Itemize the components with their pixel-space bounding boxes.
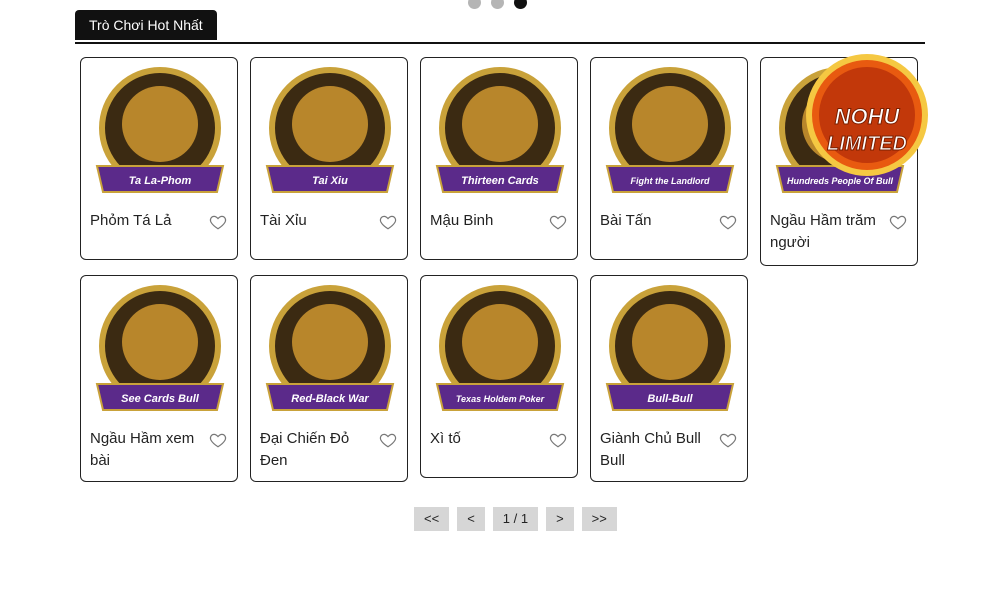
game-title[interactable]: Giành Chủ Bull Bull (600, 428, 712, 472)
game-banner-label: Tai Xiu (312, 175, 348, 187)
phom-game-icon[interactable]: Ta La-Phom (91, 66, 229, 204)
nohu-limited-badge: NOHU LIMITED (806, 54, 928, 176)
pagination: << < 1 / 1 > >> (414, 507, 617, 531)
page-indicator: 1 / 1 (492, 507, 539, 531)
mau-binh-game-icon[interactable]: Thirteen Cards (431, 66, 569, 204)
favorite-heart-icon[interactable] (719, 431, 737, 449)
favorite-heart-icon[interactable] (209, 431, 227, 449)
game-banner-label: See Cards Bull (121, 393, 200, 405)
game-card[interactable]: Fight the Landlord Bài Tấn (590, 57, 748, 260)
carousel-dot-1[interactable] (468, 0, 481, 9)
game-banner-label: Red-Black War (291, 393, 369, 405)
game-card[interactable]: Ta La-Phom Phỏm Tá Lả (80, 57, 238, 260)
game-title[interactable]: Đại Chiến Đỏ Đen (260, 428, 372, 472)
first-page-button[interactable]: << (414, 507, 450, 531)
game-banner-label: Texas Holdem Poker (456, 394, 545, 404)
section-title: Trò Chơi Hot Nhất (75, 10, 217, 40)
carousel-dots (468, 0, 527, 9)
favorite-heart-icon[interactable] (379, 431, 397, 449)
game-title[interactable]: Phỏm Tá Lả (90, 210, 202, 232)
game-title[interactable]: Bài Tấn (600, 210, 712, 232)
game-card[interactable]: Bull-Bull Giành Chủ Bull Bull (590, 275, 748, 482)
prev-page-button[interactable]: < (457, 507, 485, 531)
favorite-heart-icon[interactable] (379, 213, 397, 231)
favorite-heart-icon[interactable] (209, 213, 227, 231)
game-banner-label: Fight the Landlord (631, 176, 710, 186)
favorite-heart-icon[interactable] (889, 213, 907, 231)
carousel-dot-2[interactable] (491, 0, 504, 9)
favorite-heart-icon[interactable] (549, 213, 567, 231)
game-card[interactable]: Thirteen Cards Mậu Binh (420, 57, 578, 260)
next-page-button[interactable]: > (546, 507, 574, 531)
dai-chien-do-den-game-icon[interactable]: Red-Black War (261, 284, 399, 422)
game-card[interactable]: Texas Holdem Poker Xì tố (420, 275, 578, 478)
gianh-chu-bull-bull-game-icon[interactable]: Bull-Bull (601, 284, 739, 422)
carousel-dot-3[interactable] (514, 0, 527, 9)
game-banner-label: Ta La-Phom (129, 175, 192, 187)
xi-to-game-icon[interactable]: Texas Holdem Poker (431, 284, 569, 422)
game-card[interactable]: Tai Xiu Tài Xỉu (250, 57, 408, 260)
last-page-button[interactable]: >> (581, 507, 617, 531)
game-banner-label: Bull-Bull (647, 393, 693, 405)
section-header: Trò Chơi Hot Nhất (75, 10, 925, 44)
game-title[interactable]: Ngầu Hầm trăm người (770, 210, 882, 254)
bai-tan-game-icon[interactable]: Fight the Landlord (601, 66, 739, 204)
game-title[interactable]: Xì tố (430, 428, 542, 450)
favorite-heart-icon[interactable] (549, 431, 567, 449)
badge-line1: NOHU (835, 104, 901, 129)
game-title[interactable]: Mậu Binh (430, 210, 542, 232)
game-banner-label: Thirteen Cards (461, 175, 539, 187)
favorite-heart-icon[interactable] (719, 213, 737, 231)
badge-line2: LIMITED (827, 133, 907, 155)
ngau-ham-xem-bai-game-icon[interactable]: See Cards Bull (91, 284, 229, 422)
game-card[interactable]: Red-Black War Đại Chiến Đỏ Đen (250, 275, 408, 482)
tai-xiu-game-icon[interactable]: Tai Xiu (261, 66, 399, 204)
game-title[interactable]: Ngầu Hầm xem bài (90, 428, 202, 472)
game-card[interactable]: See Cards Bull Ngầu Hầm xem bài (80, 275, 238, 482)
game-title[interactable]: Tài Xỉu (260, 210, 372, 232)
